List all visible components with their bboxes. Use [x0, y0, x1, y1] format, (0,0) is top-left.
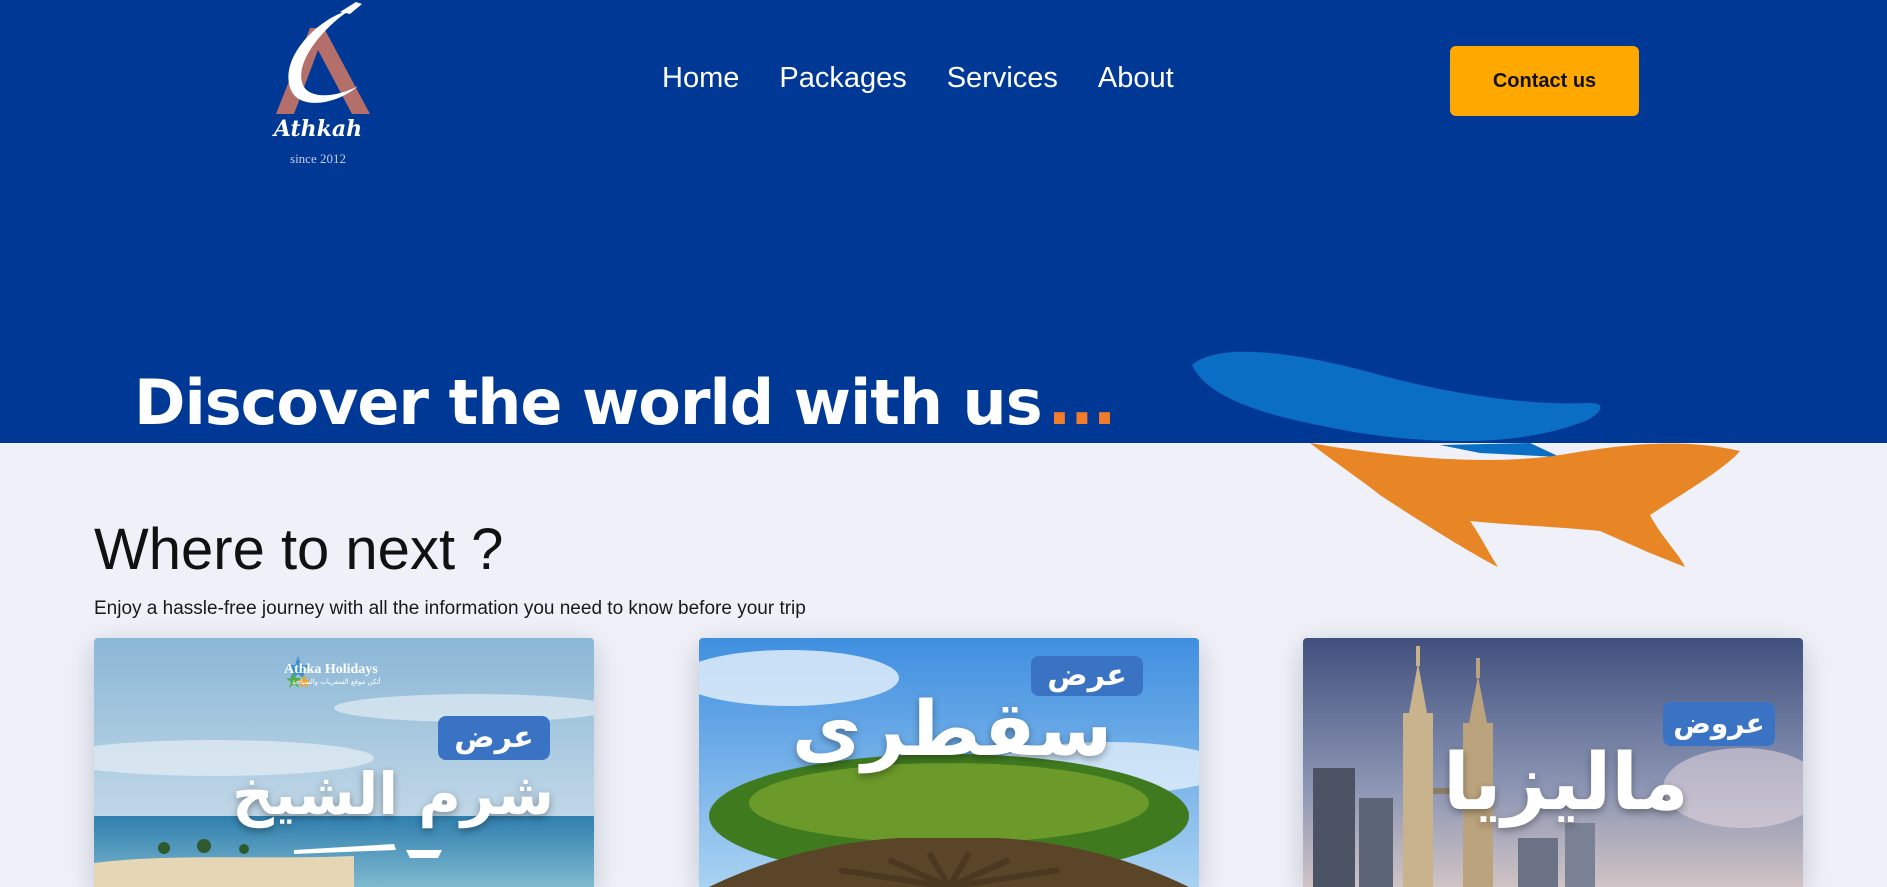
section-subtitle: Enjoy a hassle-free journey with all the… — [94, 598, 806, 619]
offer-headline: شرم الشيخ — [232, 760, 554, 828]
main-nav: Home Packages Services About — [662, 62, 1174, 95]
logo[interactable]: Athkah since 2012 — [258, 0, 378, 170]
nav-about[interactable]: About — [1098, 62, 1174, 95]
nav-packages[interactable]: Packages — [779, 62, 906, 95]
offer-headline: سقطرى — [791, 684, 1113, 773]
logo-mark-icon — [276, 2, 370, 114]
nav-services[interactable]: Services — [947, 62, 1058, 95]
logo-since: since 2012 — [290, 151, 346, 166]
hero-title-text: Discover the world with us — [134, 366, 1043, 439]
brand-name: Athka Holidays — [284, 662, 378, 677]
hero-dots: ... — [1047, 366, 1117, 439]
contact-us-button[interactable]: Contact us — [1450, 46, 1639, 116]
airplane-illustration-icon — [1192, 351, 1740, 567]
offer-headline: ماليزيا — [1443, 738, 1689, 828]
offer-badge: عرض — [438, 716, 550, 760]
logo-name: Athkah — [273, 116, 363, 142]
brand-tagline: أتكن موقع السفريات والسياحة — [292, 678, 381, 686]
nav-home[interactable]: Home — [662, 62, 739, 95]
package-card-sharm[interactable]: Athka Holidays أتكن موقع السفريات والسيا… — [94, 638, 594, 887]
package-card-socotra[interactable]: عرض سقطرى — [699, 638, 1199, 887]
package-card-malaysia[interactable]: عروض ماليزيا — [1303, 638, 1803, 887]
hero-title: Discover the world with us... — [134, 366, 1117, 439]
section-title: Where to next ? — [94, 517, 504, 582]
